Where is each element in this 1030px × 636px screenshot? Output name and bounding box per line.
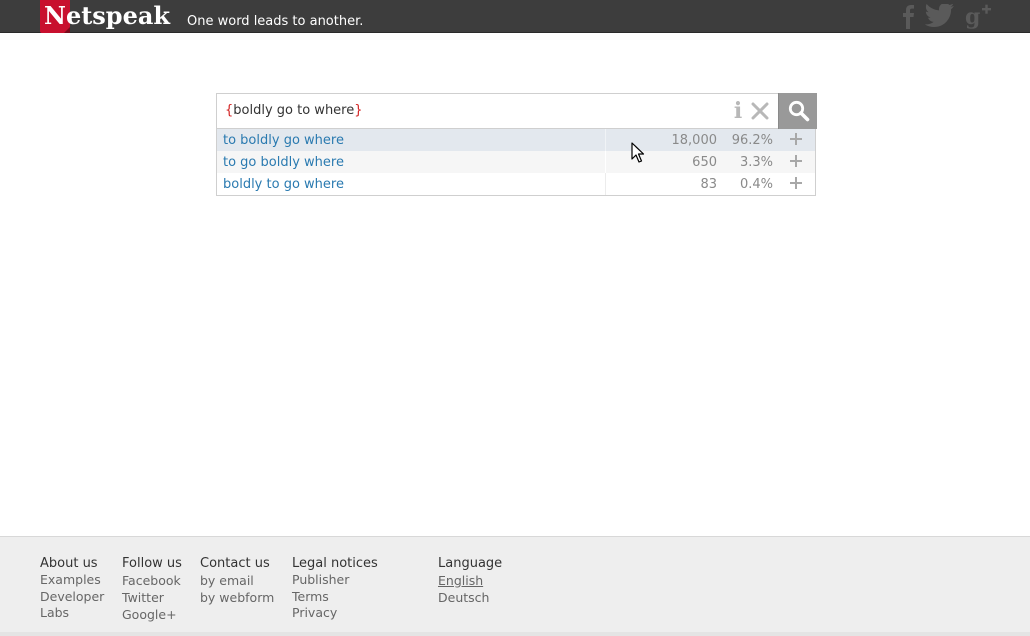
results-list: to boldly go where 18,000 96.2% to go bo… <box>216 129 816 196</box>
footer-link-publisher[interactable]: Publisher <box>292 572 378 589</box>
mouse-cursor-icon <box>631 142 645 164</box>
footer-link-developer[interactable]: Developer <box>40 589 104 606</box>
result-row[interactable]: to go boldly where 650 3.3% <box>217 151 815 173</box>
plus-icon[interactable] <box>789 154 803 168</box>
google-plus-icon[interactable]: g <box>965 3 993 30</box>
top-header-bar: Netspeak One word leads to another. g <box>0 0 1030 33</box>
footer-about-title[interactable]: About us <box>40 555 104 572</box>
search-query-text: boldly go to where <box>233 103 355 118</box>
footer-link-terms[interactable]: Terms <box>292 589 378 606</box>
facebook-icon[interactable] <box>900 3 916 29</box>
footer-link-email[interactable]: by email <box>200 572 274 589</box>
footer-legal-title: Legal notices <box>292 556 378 571</box>
result-phrase[interactable]: to go boldly where <box>223 155 344 170</box>
result-percent: 3.3% <box>739 155 773 170</box>
twitter-icon[interactable] <box>924 2 955 30</box>
footer-language-column: Language English Deutsch <box>438 555 502 606</box>
result-percent: 0.4% <box>739 177 773 192</box>
footer-link-webform[interactable]: by webform <box>200 589 274 606</box>
result-phrase[interactable]: boldly to go where <box>223 177 344 192</box>
footer-link-twitter[interactable]: Twitter <box>122 589 182 606</box>
svg-text:g: g <box>965 4 980 29</box>
footer-legal-column: Legal notices Publisher Terms Privacy <box>292 555 378 622</box>
footer-link-examples[interactable]: Examples <box>40 572 104 589</box>
footer-link-google-plus[interactable]: Google+ <box>122 606 182 623</box>
language-option-deutsch[interactable]: Deutsch <box>438 589 502 606</box>
footer: About us Examples Developer Labs Follow … <box>0 536 1030 636</box>
footer-about-column: About us Examples Developer Labs <box>40 555 104 622</box>
result-phrase[interactable]: to boldly go where <box>223 133 344 148</box>
search-button[interactable] <box>778 93 817 129</box>
footer-contact-title: Contact us <box>200 556 270 571</box>
search-icon <box>788 100 810 122</box>
tagline: One word leads to another. <box>187 14 364 29</box>
clear-icon[interactable] <box>751 101 769 121</box>
result-row[interactable]: to boldly go where 18,000 96.2% <box>217 129 815 151</box>
result-percent: 96.2% <box>731 133 773 148</box>
column-divider <box>605 151 606 173</box>
footer-link-facebook[interactable]: Facebook <box>122 572 182 589</box>
footer-follow-title: Follow us <box>122 556 182 571</box>
search-input[interactable]: {boldly go to where} <box>225 103 725 121</box>
footer-language-title: Language <box>438 556 503 571</box>
footer-contact-column: Contact us by email by webform <box>200 555 274 606</box>
result-row[interactable]: boldly to go where 83 0.4% <box>217 173 815 195</box>
footer-follow-column: Follow us Facebook Twitter Google+ <box>122 555 182 623</box>
footer-bottom-strip <box>0 632 1030 636</box>
footer-link-privacy[interactable]: Privacy <box>292 605 378 622</box>
column-divider <box>605 173 606 195</box>
info-icon[interactable]: i <box>730 99 746 123</box>
brace-close: } <box>354 103 363 118</box>
netspeak-logo[interactable]: Netspeak <box>40 0 170 33</box>
plus-icon[interactable] <box>789 132 803 146</box>
column-divider <box>605 129 606 151</box>
logo-text: Netspeak <box>44 1 171 30</box>
footer-link-labs[interactable]: Labs <box>40 605 104 622</box>
plus-icon[interactable] <box>789 176 803 190</box>
result-count: 83 <box>700 177 717 192</box>
language-option-english[interactable]: English <box>438 572 502 589</box>
search-box: {boldly go to where} i <box>216 93 817 129</box>
